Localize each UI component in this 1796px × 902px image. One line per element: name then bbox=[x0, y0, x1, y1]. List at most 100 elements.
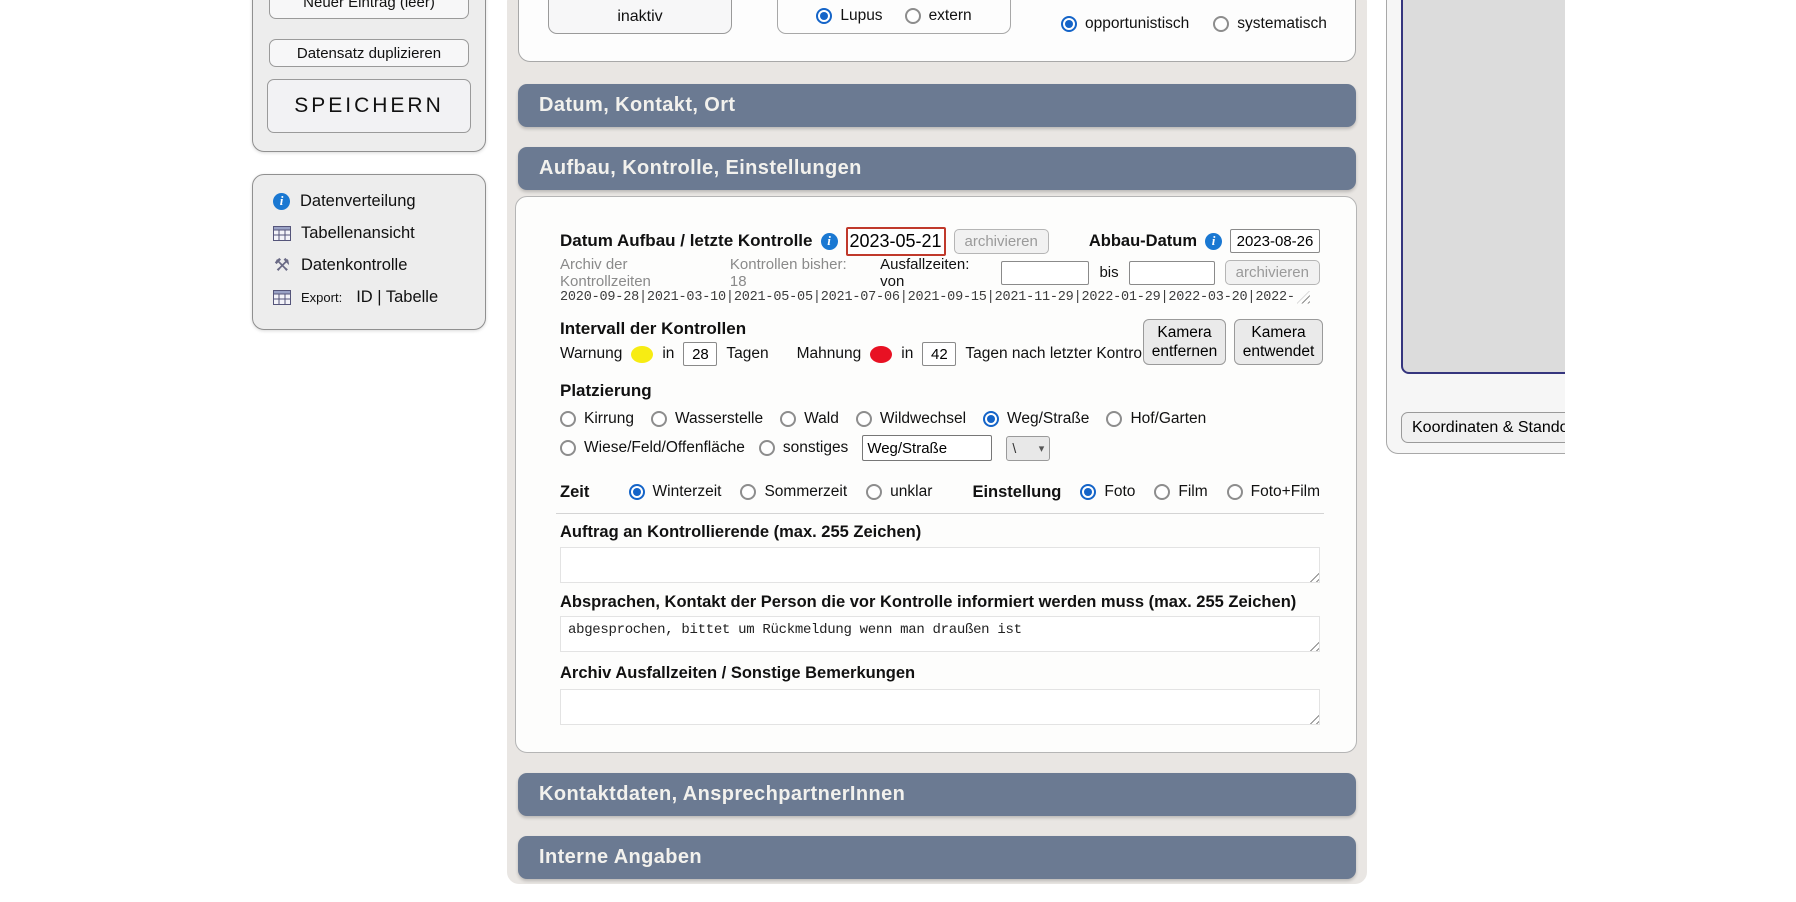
camera-stolen-button[interactable]: Kamera entwendet bbox=[1234, 319, 1323, 365]
map-panel: Koordinaten & Standort bbox=[1386, 0, 1565, 454]
resize-handle-icon[interactable] bbox=[1297, 291, 1310, 304]
aufbau-panel: Datum Aufbau / letzte Kontrolle i archiv… bbox=[515, 196, 1357, 753]
coordinates-button[interactable]: Koordinaten & Standort bbox=[1401, 412, 1565, 443]
warning-dot-icon bbox=[631, 346, 653, 363]
radio-foto-film[interactable]: Foto+Film bbox=[1227, 483, 1320, 501]
radio-icon bbox=[759, 440, 775, 456]
info-icon[interactable]: i bbox=[821, 233, 838, 250]
radio-label: Film bbox=[1178, 483, 1207, 501]
app-viewport: Neuer Eintrag (leer) Datensatz duplizier… bbox=[0, 0, 1565, 902]
sidebar-item-label: Datenverteilung bbox=[300, 192, 416, 211]
radio-winterzeit[interactable]: Winterzeit bbox=[629, 483, 722, 501]
control-dates-row: 2020-09-28|2021-03-10|2021-05-05|2021-07… bbox=[560, 287, 1320, 307]
radio-icon bbox=[740, 484, 756, 500]
inactive-button[interactable]: inaktiv bbox=[548, 0, 732, 34]
table-icon bbox=[273, 290, 291, 305]
absprachen-textarea[interactable]: abgesprochen, bittet um Rückmeldung wenn… bbox=[560, 616, 1320, 652]
new-entry-button[interactable]: Neuer Eintrag (leer) bbox=[269, 0, 469, 19]
actions-panel: Neuer Eintrag (leer) Datensatz duplizier… bbox=[252, 0, 486, 152]
save-button[interactable]: SPEICHERN bbox=[267, 79, 471, 133]
section-header-interne-angaben[interactable]: Interne Angaben bbox=[518, 836, 1356, 879]
radio-label: Wald bbox=[804, 410, 839, 428]
radio-foto[interactable]: Foto bbox=[1080, 483, 1135, 501]
section-header-kontaktdaten[interactable]: Kontaktdaten, AnsprechpartnerInnen bbox=[518, 773, 1356, 816]
reminder-label: Mahnung bbox=[797, 345, 862, 363]
radio-kirrung[interactable]: Kirrung bbox=[560, 410, 634, 428]
sidebar-item-export[interactable]: Export: ID | Tabelle bbox=[273, 281, 485, 313]
removal-date-input[interactable] bbox=[1230, 229, 1320, 253]
downtime-label: Ausfallzeiten: von bbox=[880, 256, 991, 290]
radio-wiese-feld[interactable]: Wiese/Feld/Offenfläche bbox=[560, 439, 745, 457]
radio-hof-garten[interactable]: Hof/Garten bbox=[1106, 410, 1206, 428]
dropdown-value: \ bbox=[1012, 440, 1016, 456]
radio-label: Weg/Straße bbox=[1007, 410, 1089, 428]
sidebar-item-label: Tabellenansicht bbox=[301, 224, 415, 243]
radio-icon bbox=[866, 484, 882, 500]
downtime-to-input[interactable] bbox=[1129, 261, 1215, 285]
warning-days-input[interactable] bbox=[683, 342, 717, 366]
info-icon: i bbox=[273, 193, 290, 210]
radio-label: Wasserstelle bbox=[675, 410, 763, 428]
in-label: in bbox=[901, 345, 913, 363]
radio-label: extern bbox=[929, 7, 972, 25]
auftrag-textarea[interactable] bbox=[560, 547, 1320, 583]
radio-wasserstelle[interactable]: Wasserstelle bbox=[651, 410, 763, 428]
radio-label: unklar bbox=[890, 483, 932, 501]
control-dates-list: 2020-09-28|2021-03-10|2021-05-05|2021-07… bbox=[560, 290, 1295, 305]
radio-icon bbox=[1213, 16, 1229, 32]
radio-selected-icon bbox=[983, 411, 999, 427]
sidebar-item-datenverteilung[interactable]: i Datenverteilung bbox=[273, 185, 485, 217]
radio-label: Lupus bbox=[840, 7, 882, 25]
radio-unklar[interactable]: unklar bbox=[866, 483, 932, 501]
sidebar-item-label: Datenkontrolle bbox=[301, 256, 407, 275]
camera-remove-button[interactable]: Kamera entfernen bbox=[1143, 319, 1226, 365]
archive-downtime-button[interactable]: archivieren bbox=[1225, 260, 1320, 285]
reminder-days-input[interactable] bbox=[922, 342, 956, 366]
setup-date-row: Datum Aufbau / letzte Kontrolle i archiv… bbox=[560, 225, 1320, 257]
section-header-aufbau[interactable]: Aufbau, Kontrolle, Einstellungen bbox=[518, 147, 1356, 190]
mode-radio-group: opportunistisch systematisch bbox=[1061, 15, 1327, 33]
control-archive-link[interactable]: Archiv der Kontrollzeiten bbox=[560, 256, 714, 290]
sidebar-item-tabellenansicht[interactable]: Tabellenansicht bbox=[273, 217, 485, 249]
radio-selected-icon bbox=[1080, 484, 1096, 500]
zeit-label: Zeit bbox=[560, 483, 589, 502]
radio-icon bbox=[780, 411, 796, 427]
camera-source-group: Lupus extern bbox=[777, 0, 1011, 34]
tagen-label: Tagen bbox=[726, 345, 768, 363]
archiv-bemerkungen-label: Archiv Ausfallzeiten / Sonstige Bemerkun… bbox=[560, 664, 915, 683]
radio-selected-icon bbox=[629, 484, 645, 500]
radio-label: opportunistisch bbox=[1085, 15, 1189, 33]
archive-date-button[interactable]: archivieren bbox=[954, 229, 1049, 254]
radio-wildwechsel[interactable]: Wildwechsel bbox=[856, 410, 966, 428]
radio-sonstiges[interactable]: sonstiges bbox=[759, 439, 848, 457]
radio-extern[interactable]: extern bbox=[905, 7, 972, 25]
radio-label: Wildwechsel bbox=[880, 410, 966, 428]
radio-opportunistisch[interactable]: opportunistisch bbox=[1061, 15, 1189, 33]
radio-weg-strasse[interactable]: Weg/Straße bbox=[983, 410, 1089, 428]
placement-row-2: Wiese/Feld/Offenfläche sonstiges \ ▾ bbox=[560, 435, 1320, 461]
auftrag-label: Auftrag an Kontrollierende (max. 255 Zei… bbox=[560, 523, 921, 542]
downtime-bis-label: bis bbox=[1099, 264, 1118, 281]
interval-title: Intervall der Kontrollen bbox=[560, 319, 746, 339]
radio-lupus[interactable]: Lupus bbox=[816, 7, 882, 25]
setup-date-input[interactable] bbox=[846, 227, 946, 256]
info-icon[interactable]: i bbox=[1205, 233, 1222, 250]
tools-icon: ⚒ bbox=[273, 255, 291, 276]
placement-dropdown[interactable]: \ ▾ bbox=[1006, 436, 1050, 461]
radio-sommerzeit[interactable]: Sommerzeit bbox=[740, 483, 847, 501]
warning-label: Warnung bbox=[560, 345, 622, 363]
radio-wald[interactable]: Wald bbox=[780, 410, 839, 428]
control-archive-row: Archiv der Kontrollzeiten Kontrollen bis… bbox=[560, 260, 1320, 285]
archiv-bemerkungen-textarea[interactable] bbox=[560, 689, 1320, 725]
einstellung-label: Einstellung bbox=[972, 483, 1061, 502]
interval-suffix-label: Tagen nach letzter Kontrolle. bbox=[965, 345, 1161, 363]
radio-systematisch[interactable]: systematisch bbox=[1213, 15, 1327, 33]
sonstiges-input[interactable] bbox=[862, 435, 992, 461]
section-header-datum-kontakt-ort[interactable]: Datum, Kontakt, Ort bbox=[518, 84, 1356, 127]
placement-row-1: Kirrung Wasserstelle Wald Wildwechsel We… bbox=[560, 407, 1320, 431]
radio-film[interactable]: Film bbox=[1154, 483, 1207, 501]
downtime-from-input[interactable] bbox=[1001, 261, 1089, 285]
radio-label: Sommerzeit bbox=[764, 483, 847, 501]
sidebar-item-datenkontrolle[interactable]: ⚒ Datenkontrolle bbox=[273, 249, 485, 281]
duplicate-record-button[interactable]: Datensatz duplizieren bbox=[269, 39, 469, 67]
